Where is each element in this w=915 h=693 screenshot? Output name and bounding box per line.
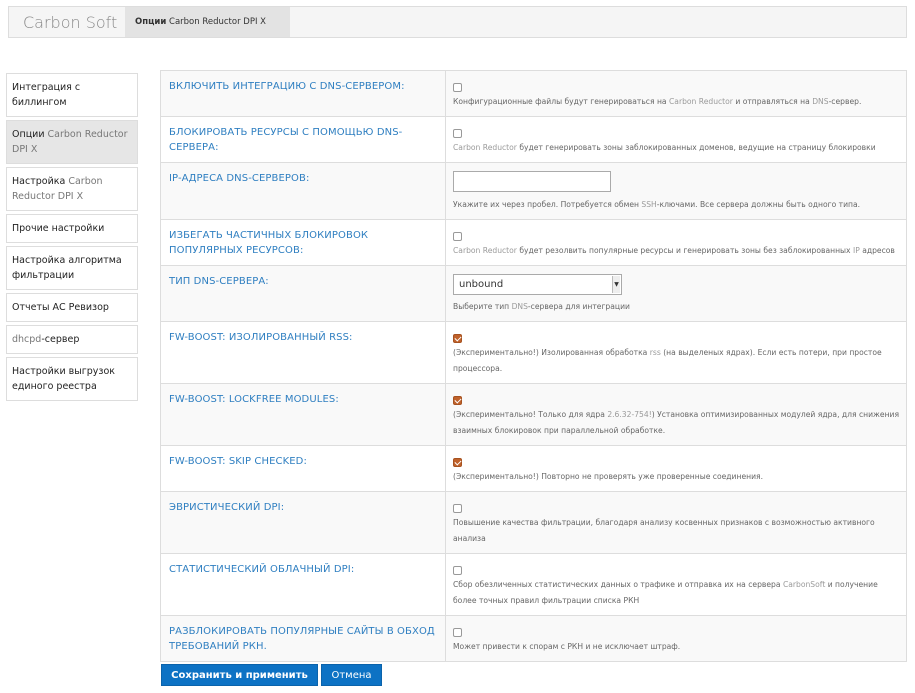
sidebar-item-label: Настройка алгоритма фильтрации <box>12 255 122 281</box>
dns-type-select-value: unbound <box>459 279 504 290</box>
row-description: Сбор обезличенных статистических данных … <box>453 580 878 605</box>
sidebar-item-options[interactable]: Опции Carbon Reductor DPI X <box>6 120 138 164</box>
dns-type-select[interactable]: unbound ▼ <box>453 274 622 295</box>
cancel-button[interactable]: Отмена <box>321 664 382 686</box>
dns-block-checkbox[interactable] <box>453 129 462 138</box>
row-label: Разблокировать популярные сайты в обход … <box>161 616 446 661</box>
avoid-partial-block-checkbox[interactable] <box>453 232 462 241</box>
cloud-dpi-checkbox[interactable] <box>453 566 462 575</box>
sidebar-item-label: Прочие настройки <box>12 223 105 234</box>
sidebar-item-label: Настройки выгрузок единого реестра <box>12 366 116 392</box>
sidebar-item-label: Опции <box>12 129 45 140</box>
sidebar-item-other-settings[interactable]: Прочие настройки <box>6 214 138 243</box>
sidebar-item-label: Интеграция с биллингом <box>12 82 81 108</box>
sidebar-item-dhcpd[interactable]: dhcpd-сервер <box>6 325 138 354</box>
dns-integration-checkbox[interactable] <box>453 83 462 92</box>
sidebar-item-settings[interactable]: Настройка Carbon Reductor DPI X <box>6 167 138 211</box>
top-navbar: Carbon Soft Опции Carbon Reductor DPI X <box>8 6 907 38</box>
sidebar-item-revizor-reports[interactable]: Отчеты АС Ревизор <box>6 293 138 322</box>
settings-row: Эвристический DPI: Повышение качества фи… <box>161 492 906 554</box>
row-label: Статистический облачный DPI: <box>161 554 446 615</box>
row-description: (Экспериментально!) Повторно не проверят… <box>453 472 763 481</box>
row-description: Carbon Reductor будет генерировать зоны … <box>453 143 876 152</box>
settings-row: Блокировать ресурсы с помощью DNS-сервер… <box>161 117 906 163</box>
sidebar-item-registry-export[interactable]: Настройки выгрузок единого реестра <box>6 357 138 401</box>
row-label: Блокировать ресурсы с помощью DNS-сервер… <box>161 117 446 162</box>
sidebar-item-billing[interactable]: Интеграция с биллингом <box>6 73 138 117</box>
tab-options-rest: Carbon Reductor DPI X <box>166 17 266 27</box>
tab-options[interactable]: Опции Carbon Reductor DPI X <box>125 7 290 37</box>
row-label: IP-адреса DNS-серверов: <box>161 163 446 219</box>
row-description: Выберите тип DNS-сервера для интеграции <box>453 302 630 311</box>
settings-row: Включить интеграцию с DNS-сервером: Конф… <box>161 71 906 117</box>
sidebar-item-label: Настройка <box>12 176 66 187</box>
unblock-popular-checkbox[interactable] <box>453 628 462 637</box>
row-label: FW-BOOST: LOCKFREE MODULES: <box>161 384 446 445</box>
row-label: Избегать частичных блокировок популярных… <box>161 220 446 265</box>
settings-row: FW-BOOST: SKIP CHECKED: (Экспериментальн… <box>161 446 906 492</box>
row-label: FW-BOOST: Изолированный RSS: <box>161 322 446 383</box>
sidebar-item-label: Отчеты АС Ревизор <box>12 302 109 313</box>
row-label: Включить интеграцию с DNS-сервером: <box>161 71 446 116</box>
sidebar-item-label-dhcpd: dhcpd <box>12 334 42 345</box>
row-label: FW-BOOST: SKIP CHECKED: <box>161 446 446 491</box>
brand-logo[interactable]: Carbon Soft <box>23 13 117 32</box>
row-description: Повышение качества фильтрации, благодаря… <box>453 518 875 543</box>
row-description: (Экспериментально! Только для ядра 2.6.3… <box>453 410 900 435</box>
tab-options-bold: Опции <box>135 17 167 27</box>
settings-row: Тип DNS-сервера: unbound ▼ Выберите тип … <box>161 266 906 322</box>
fw-boost-rss-checkbox[interactable] <box>453 334 462 343</box>
settings-row: Избегать частичных блокировок популярных… <box>161 220 906 266</box>
sidebar-item-filter-algorithm[interactable]: Настройка алгоритма фильтрации <box>6 246 138 290</box>
settings-row: FW-BOOST: LOCKFREE MODULES: (Эксперимент… <box>161 384 906 446</box>
sidebar-item-label: -сервер <box>41 334 80 345</box>
row-label: Эвристический DPI: <box>161 492 446 553</box>
chevron-down-icon: ▼ <box>612 276 620 293</box>
row-description: Carbon Reductor будет резолвить популярн… <box>453 246 895 255</box>
settings-table: Включить интеграцию с DNS-сервером: Конф… <box>160 70 907 662</box>
settings-row: Разблокировать популярные сайты в обход … <box>161 616 906 661</box>
fw-boost-skip-checked-checkbox[interactable] <box>453 458 462 467</box>
sidebar: Интеграция с биллингом Опции Carbon Redu… <box>6 73 138 404</box>
row-description: (Экспериментально!) Изолированная обрабо… <box>453 348 882 373</box>
settings-row: IP-адреса DNS-серверов: Укажите их через… <box>161 163 906 220</box>
settings-row: FW-BOOST: Изолированный RSS: (Эксперимен… <box>161 322 906 384</box>
row-label: Тип DNS-сервера: <box>161 266 446 321</box>
settings-row: Статистический облачный DPI: Сбор обезли… <box>161 554 906 616</box>
dns-servers-input[interactable] <box>453 171 611 192</box>
row-description: Конфигурационные файлы будут генерироват… <box>453 97 862 106</box>
save-apply-button[interactable]: Сохранить и применить <box>161 664 318 686</box>
row-description: Укажите их через пробел. Потребуется обм… <box>453 200 861 209</box>
row-description: Может привести к спорам с РКН и не исклю… <box>453 642 681 651</box>
fw-boost-lockfree-checkbox[interactable] <box>453 396 462 405</box>
heuristic-dpi-checkbox[interactable] <box>453 504 462 513</box>
